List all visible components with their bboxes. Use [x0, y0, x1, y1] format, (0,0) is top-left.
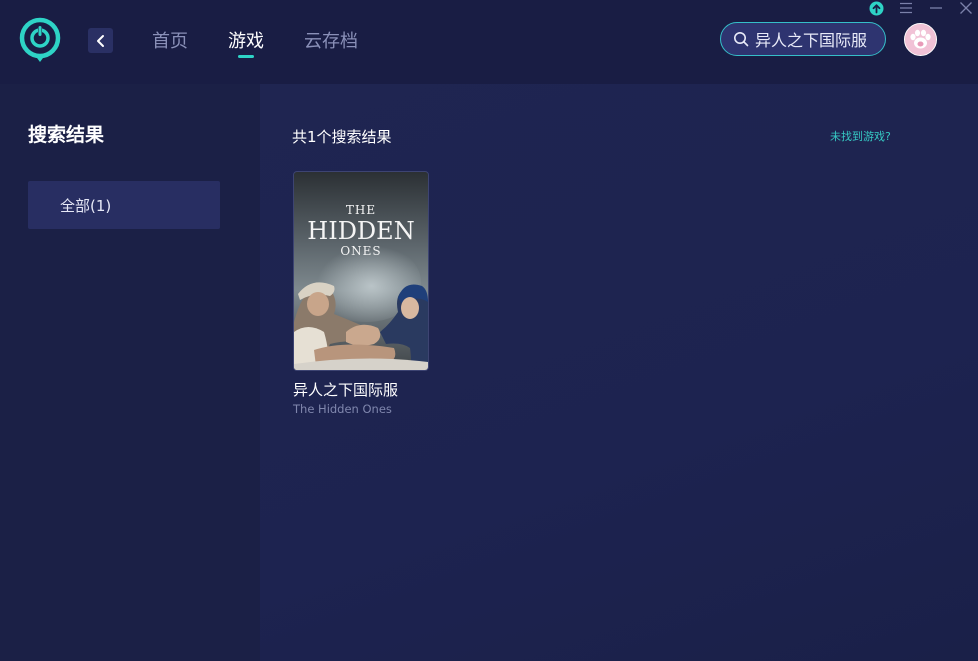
filter-all[interactable]: 全部(1)	[28, 181, 220, 229]
not-found-link[interactable]: 未找到游戏?	[830, 128, 891, 144]
menu-icon	[900, 2, 912, 14]
back-button[interactable]	[88, 28, 113, 53]
tab-games-label: 游戏	[228, 31, 264, 52]
close-icon	[960, 2, 972, 14]
minimize-icon	[930, 7, 942, 9]
avatar[interactable]	[904, 23, 937, 56]
menu-button[interactable]	[898, 0, 914, 16]
result-count: 共1个搜索结果	[292, 128, 392, 146]
search-results-panel: 共1个搜索结果 未找到游戏? THE HIDDEN ONES 异人之下国际服 T…	[260, 84, 978, 661]
cover-title-line2: HIDDEN	[307, 217, 415, 245]
game-cover-image[interactable]: THE HIDDEN ONES	[293, 171, 429, 371]
tab-home-label: 首页	[152, 31, 188, 52]
cover-title-text: THE HIDDEN ONES	[294, 204, 428, 257]
upload-button[interactable]	[868, 0, 884, 16]
search-icon	[734, 32, 749, 47]
cover-title-line3: ONES	[340, 244, 382, 258]
cover-title-line1: THE	[345, 203, 377, 217]
app-window: 首页 游戏 云存档 异人之下国际服 搜索结果 全部(1) 共1个搜索结果 未找到…	[0, 0, 978, 661]
sidebar: 搜索结果 全部(1)	[0, 84, 260, 661]
search-input[interactable]	[755, 29, 883, 49]
search-box[interactable]	[720, 22, 886, 56]
close-button[interactable]	[958, 0, 974, 16]
top-bar: 首页 游戏 云存档	[0, 0, 978, 84]
upload-icon	[869, 1, 883, 15]
tab-home[interactable]: 首页	[152, 0, 188, 84]
filter-all-label: 全部(1)	[60, 196, 112, 215]
game-subtitle: The Hidden Ones	[293, 402, 392, 416]
avatar-paw-icon	[905, 24, 936, 55]
game-card[interactable]: THE HIDDEN ONES 异人之下国际服 The Hidden Ones	[293, 171, 429, 416]
main-nav: 首页 游戏 云存档	[152, 0, 398, 84]
tab-cloud-saves[interactable]: 云存档	[304, 0, 358, 84]
minimize-button[interactable]	[928, 0, 944, 16]
game-name[interactable]: 异人之下国际服	[293, 379, 429, 400]
window-controls	[854, 0, 974, 16]
tab-games[interactable]: 游戏	[228, 0, 264, 84]
active-tab-indicator	[238, 55, 254, 58]
app-logo-icon[interactable]	[19, 17, 61, 63]
tab-cloud-saves-label: 云存档	[304, 31, 358, 52]
back-arrow-icon	[96, 34, 104, 47]
sidebar-title: 搜索结果	[28, 124, 105, 146]
